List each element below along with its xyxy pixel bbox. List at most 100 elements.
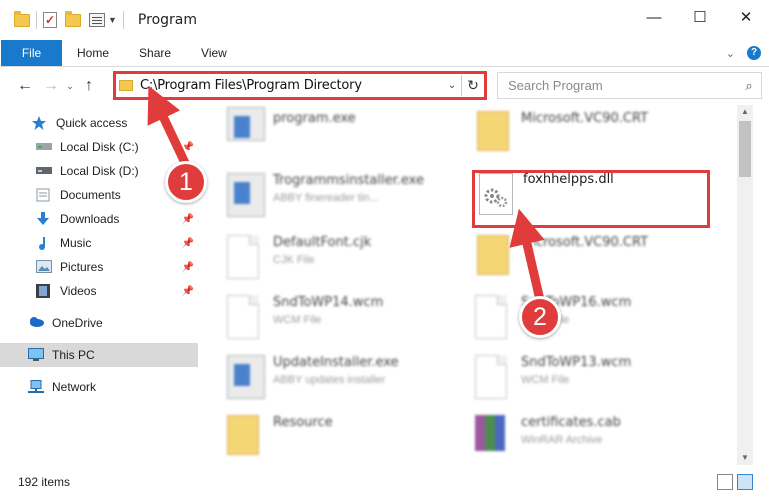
- help-icon[interactable]: ?: [747, 46, 761, 60]
- large-icons-view-icon[interactable]: [737, 474, 753, 490]
- file-item[interactable]: Resource: [215, 409, 455, 465]
- tab-share[interactable]: Share: [124, 40, 186, 66]
- window-title: Program: [137, 12, 197, 28]
- search-input[interactable]: Search Program: [508, 78, 737, 93]
- sidebar-item-downloads[interactable]: Downloads 📌: [0, 207, 198, 231]
- item-count: 192 items: [18, 475, 71, 489]
- pictures-icon: [36, 260, 52, 274]
- tab-view[interactable]: View: [186, 40, 242, 66]
- minimize-button[interactable]: —: [631, 0, 677, 34]
- cloud-icon: [28, 316, 44, 330]
- folder-icon: [119, 80, 133, 91]
- file-item[interactable]: SndToWP14.wcm WCM File: [215, 289, 455, 345]
- pin-icon[interactable]: 📌: [182, 286, 194, 297]
- computer-icon: [28, 348, 44, 362]
- up-arrow-icon[interactable]: ↑: [76, 77, 102, 95]
- sidebar-item-local-disk-c[interactable]: Local Disk (C:) 📌: [0, 135, 198, 159]
- file-name: SndToWP13.wcm: [521, 355, 632, 370]
- tab-file[interactable]: File: [1, 40, 62, 66]
- vertical-scrollbar[interactable]: ▲ ▼: [737, 105, 753, 465]
- file-type: WCM File: [273, 314, 322, 326]
- file-type: CJK File: [273, 254, 315, 266]
- properties-check-icon[interactable]: ✓: [43, 12, 57, 28]
- toolbar-divider: [36, 11, 37, 29]
- sidebar-item-videos[interactable]: Videos 📌: [0, 279, 198, 303]
- step-2-badge: 2: [519, 296, 561, 338]
- close-button[interactable]: ✕: [723, 0, 769, 34]
- folder-icon: [227, 415, 259, 455]
- sidebar-item-onedrive[interactable]: OneDrive: [0, 311, 198, 335]
- file-item[interactable]: program.exe: [215, 105, 455, 161]
- pin-icon[interactable]: 📌: [182, 262, 194, 273]
- pin-icon[interactable]: 📌: [182, 238, 194, 249]
- file-item[interactable]: Microsoft.VC90.CRT: [463, 105, 703, 161]
- sidebar-item-music[interactable]: Music 📌: [0, 231, 198, 255]
- search-icon[interactable]: ⌕: [737, 78, 761, 94]
- file-item[interactable]: DefaultFont.cjk CJK File: [215, 229, 455, 285]
- file-item[interactable]: SndToWP13.wcm WCM File: [463, 349, 703, 405]
- navigation-bar: ← → ⌄ ↑ C:\Program Files\Program Directo…: [0, 67, 769, 105]
- videos-icon: [36, 284, 52, 298]
- file-item[interactable]: Microsoft.VC90.CRT: [463, 229, 703, 285]
- back-arrow-icon[interactable]: ←: [12, 77, 38, 95]
- exe-icon: [227, 355, 265, 399]
- search-box[interactable]: Search Program ⌕: [497, 72, 762, 99]
- sidebar-item-this-pc[interactable]: This PC: [0, 343, 198, 367]
- step-1-badge: 1: [165, 161, 207, 203]
- file-item[interactable]: certificates.cab WinRAR Archive: [463, 409, 703, 465]
- title-bar: ✓ ▼ Program — ☐ ✕: [0, 0, 769, 40]
- pin-icon[interactable]: 📌: [182, 142, 194, 153]
- refresh-icon[interactable]: ↻: [462, 77, 484, 94]
- sidebar-item-pictures[interactable]: Pictures 📌: [0, 255, 198, 279]
- expand-ribbon-chevron-icon[interactable]: ⌄: [726, 47, 735, 60]
- ribbon-tabs: File Home Share View ⌄ ?: [0, 40, 769, 67]
- sidebar-item-quick-access[interactable]: Quick access: [0, 111, 198, 135]
- sidebar-item-label: Quick access: [56, 116, 128, 130]
- file-name: Trogrammsinstaller.exe: [273, 173, 424, 188]
- file-name: Microsoft.VC90.CRT: [521, 235, 649, 250]
- sidebar-item-label: Local Disk (D:): [60, 164, 139, 178]
- file-name: program.exe: [273, 111, 356, 126]
- scroll-thumb[interactable]: [739, 121, 751, 177]
- customize-toolbar-caret-icon[interactable]: ▼: [108, 15, 117, 25]
- address-bar[interactable]: C:\Program Files\Program Directory ⌄ ↻: [113, 71, 487, 100]
- recent-locations-caret-icon[interactable]: ⌄: [64, 81, 76, 92]
- file-name: Microsoft.VC90.CRT: [521, 111, 649, 126]
- quick-access-toolbar: ✓ ▼: [14, 10, 130, 29]
- address-path[interactable]: C:\Program Files\Program Directory: [140, 78, 443, 93]
- address-dropdown-icon[interactable]: ⌄: [443, 80, 461, 91]
- file-name: DefaultFont.cjk: [273, 235, 372, 250]
- scroll-down-arrow-icon[interactable]: ▼: [737, 451, 753, 465]
- file-type: ABBY updates installer: [273, 374, 386, 386]
- file-type: WCM File: [521, 374, 570, 386]
- documents-icon: [36, 188, 52, 202]
- file-name: SndToWP14.wcm: [273, 295, 384, 310]
- maximize-button[interactable]: ☐: [677, 0, 723, 34]
- tab-home[interactable]: Home: [62, 40, 124, 66]
- pin-icon[interactable]: 📌: [182, 214, 194, 225]
- download-icon: [36, 212, 52, 226]
- target-file-highlight: [472, 170, 710, 228]
- folder-icon: [14, 10, 30, 27]
- forward-arrow-icon[interactable]: →: [38, 77, 64, 95]
- doc-icon: [475, 295, 507, 339]
- scroll-up-arrow-icon[interactable]: ▲: [737, 105, 753, 119]
- star-icon: [32, 116, 48, 130]
- sidebar-item-label: Network: [52, 380, 97, 394]
- file-item[interactable]: SndToWP16.wcm WCM File: [463, 289, 703, 345]
- exe-icon: [227, 107, 265, 141]
- file-item[interactable]: Trogrammsinstaller.exe ABBY finereader t…: [215, 167, 455, 223]
- sidebar-item-label: Local Disk (C:): [60, 140, 139, 154]
- new-folder-icon[interactable]: [65, 10, 81, 27]
- file-name: certificates.cab: [521, 415, 621, 430]
- details-view-icon[interactable]: [717, 474, 733, 490]
- properties-icon[interactable]: [89, 13, 105, 27]
- status-bar: 192 items: [0, 470, 769, 494]
- exe-icon: [227, 173, 265, 217]
- sidebar-item-label: Documents: [60, 188, 121, 202]
- file-item[interactable]: UpdateInstaller.exe ABBY updates install…: [215, 349, 455, 405]
- folder-icon: [477, 235, 509, 275]
- sidebar-item-network[interactable]: Network: [0, 375, 198, 399]
- sidebar-item-label: Pictures: [60, 260, 104, 274]
- drive-icon: [36, 140, 52, 154]
